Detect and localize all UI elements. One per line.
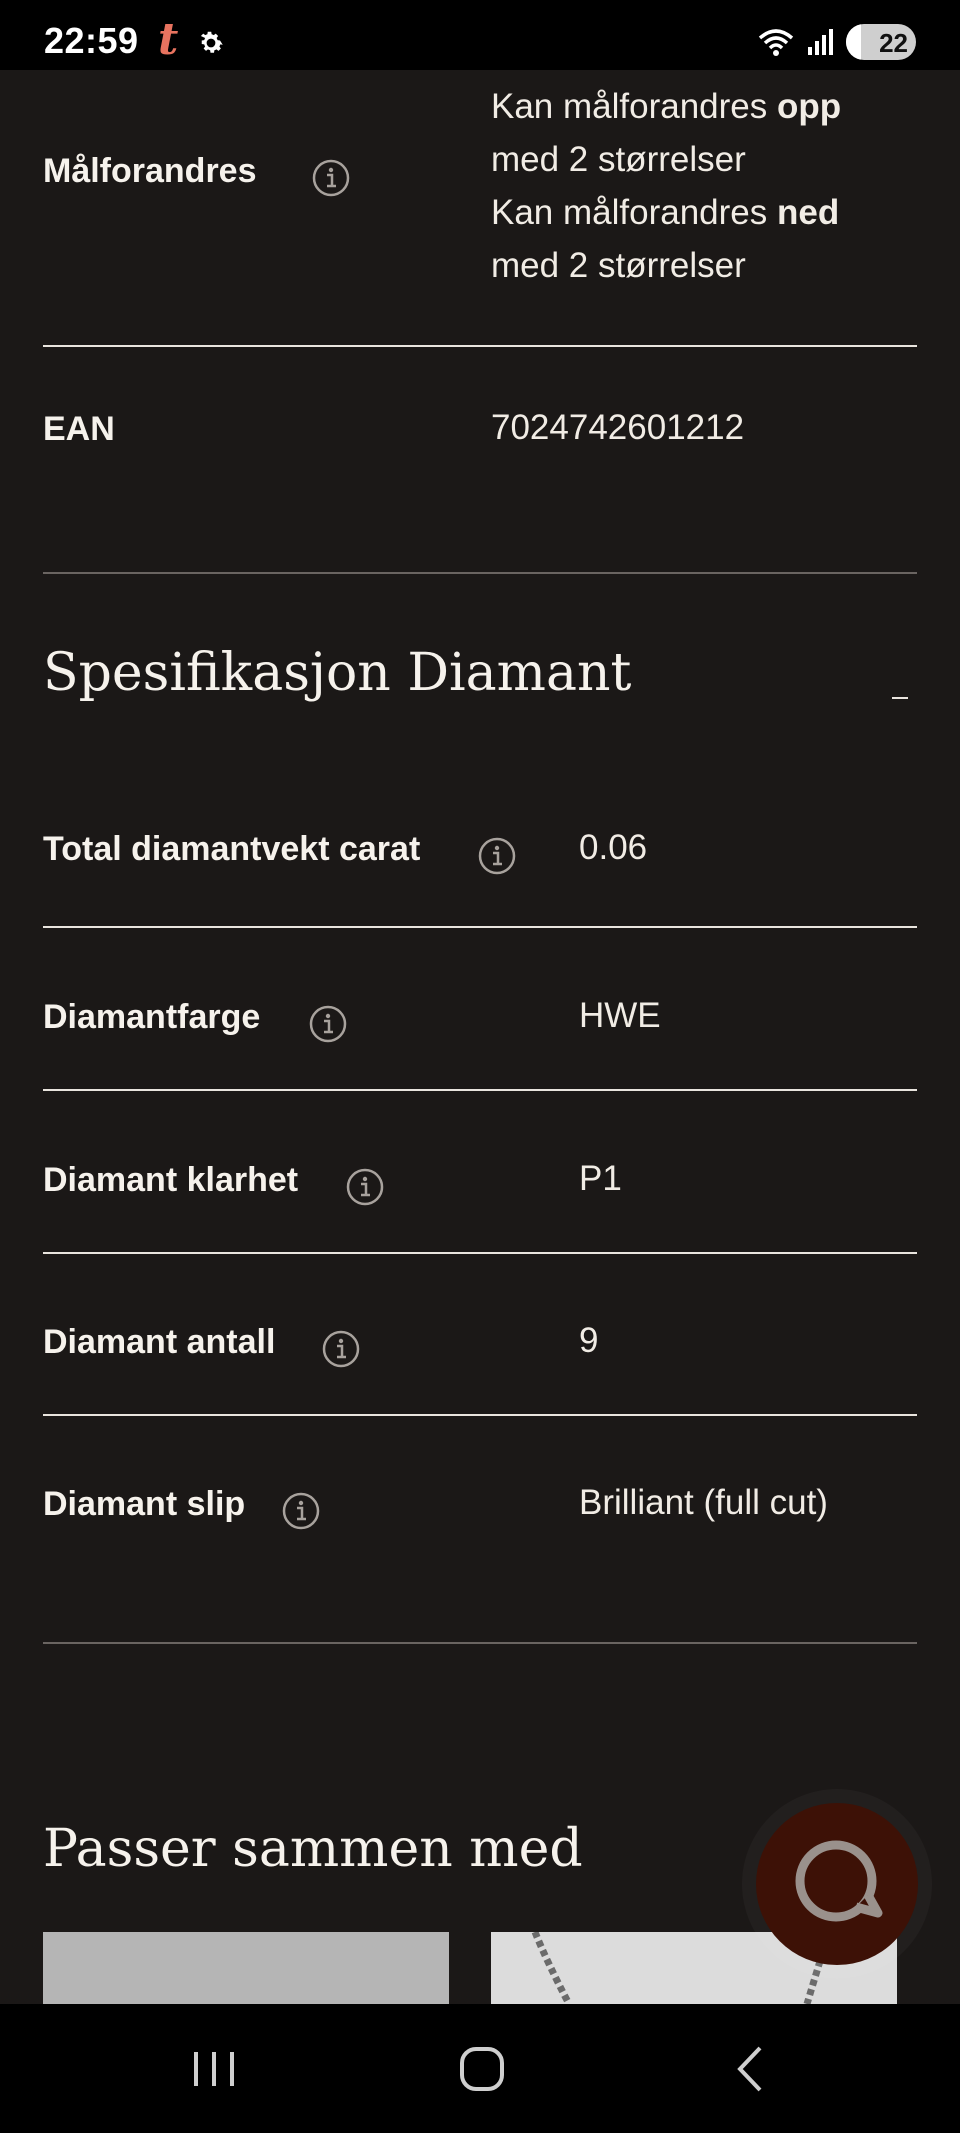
section-divider (43, 572, 917, 574)
divider (43, 1414, 917, 1416)
minus-icon (892, 697, 908, 699)
resize-line: Kan målforandres ned (491, 193, 840, 232)
spec-label: Diamant slip (43, 1485, 246, 1523)
spec-value-resize: Kan målforandres opp med 2 størrelser Ka… (491, 80, 841, 292)
back-icon[interactable] (716, 2034, 786, 2104)
status-indicators: 22 (756, 22, 916, 62)
product-card[interactable] (43, 1932, 449, 2004)
info-circle-icon[interactable] (346, 1168, 384, 1206)
system-navigation-bar (0, 2004, 960, 2133)
section-title-diamond[interactable]: Spesifikasjon Diamant (43, 643, 631, 703)
info-circle-icon[interactable] (309, 1005, 347, 1043)
section-title-related: Passer sammen med (43, 1819, 583, 1879)
spec-label: Diamantfarge (43, 998, 261, 1036)
status-bar: 22:59 t 22 (0, 0, 960, 70)
spec-label: Målforandres (43, 152, 257, 190)
resize-line: med 2 størrelser (491, 246, 746, 285)
spec-value-ean: 7024742601212 (491, 408, 745, 447)
chat-bubble-icon (795, 1840, 883, 1922)
battery-level (846, 24, 862, 60)
product-image (43, 1932, 449, 2004)
status-time: 22:59 (44, 20, 139, 61)
spec-value: P1 (579, 1159, 622, 1198)
app-notification-icon: t (158, 14, 179, 65)
resize-line: med 2 størrelser (491, 140, 746, 179)
spec-label: Diamant klarhet (43, 1161, 299, 1199)
info-circle-icon[interactable] (312, 159, 350, 197)
divider (43, 1252, 917, 1254)
spec-row-clarity: Diamant klarhet P1 (43, 1159, 917, 1321)
section-divider (43, 1642, 917, 1644)
resize-line: Kan målforandres opp (491, 87, 842, 126)
spec-value: HWE (579, 996, 661, 1035)
home-icon[interactable] (447, 2034, 517, 2104)
divider (43, 1089, 917, 1091)
signal-icon (808, 29, 833, 55)
spec-label: Diamant antall (43, 1323, 276, 1361)
collapse-button[interactable] (888, 677, 914, 717)
spec-row-count: Diamant antall 9 (43, 1321, 917, 1483)
info-circle-icon[interactable] (322, 1330, 360, 1368)
recent-apps-icon[interactable] (179, 2034, 249, 2104)
chat-button[interactable] (756, 1803, 918, 1965)
gear-icon (200, 31, 223, 53)
spec-value: 9 (579, 1321, 599, 1360)
wifi-icon (758, 29, 794, 56)
spec-label: EAN (43, 410, 115, 448)
spec-row-ean: EAN 7024742601212 (43, 347, 917, 642)
spec-label: Total diamantvekt carat (43, 830, 421, 868)
spec-row-cut: Diamant slip Brilliant (full cut) (43, 1483, 917, 1645)
product-specifications[interactable]: Målforandres Kan målforandres opp med 2 … (0, 70, 960, 2004)
spec-row-color: Diamantfarge HWE (43, 996, 917, 1158)
spec-value: 0.06 (579, 828, 648, 867)
battery-indicator: 22 (846, 24, 916, 60)
spec-row-carat: Total diamantvekt carat 0.06 (43, 828, 917, 994)
divider (43, 926, 917, 928)
spec-row-resize: Målforandres Kan målforandres opp med 2 … (43, 70, 917, 345)
info-circle-icon[interactable] (478, 837, 516, 875)
info-circle-icon[interactable] (282, 1492, 320, 1530)
spec-value: Brilliant (full cut) (579, 1483, 828, 1522)
battery-percent: 22 (879, 28, 908, 58)
